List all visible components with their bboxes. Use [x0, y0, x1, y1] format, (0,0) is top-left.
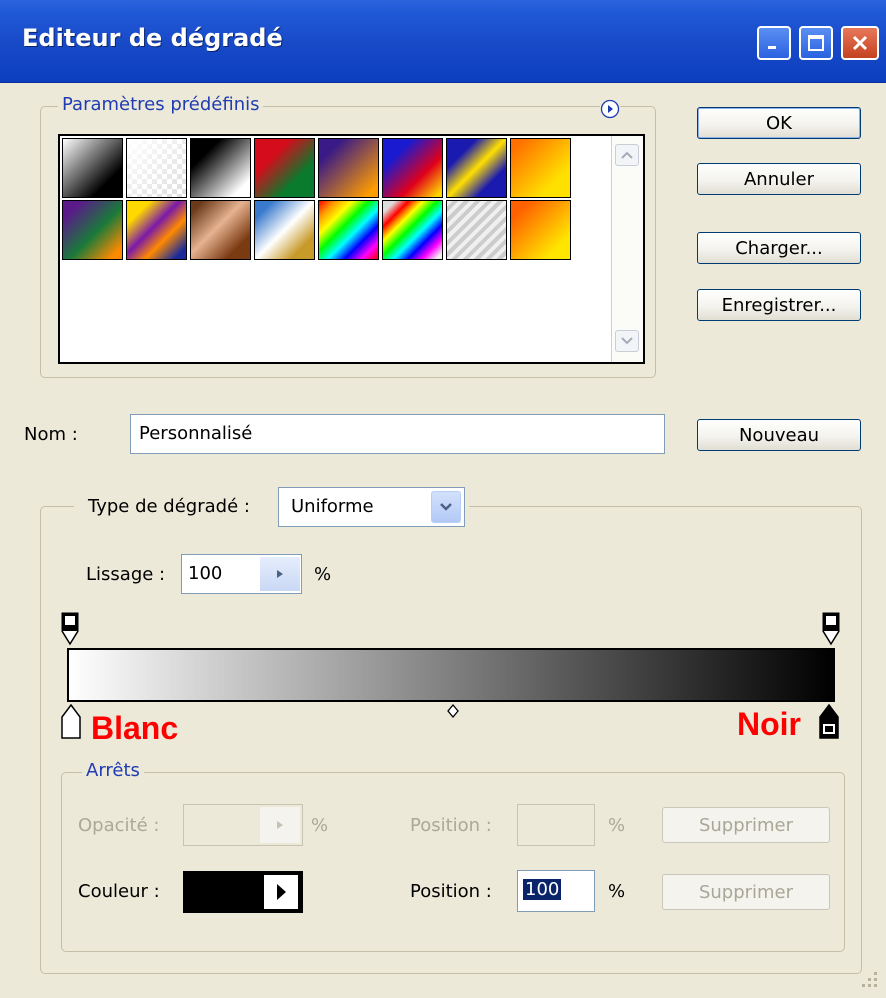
opacity-stop-icon: [61, 612, 79, 646]
preset-swatch[interactable]: [254, 200, 315, 260]
preset-swatch[interactable]: [510, 138, 571, 198]
opacity-delete-button[interactable]: Supprimer: [662, 807, 830, 843]
opacity-position-input[interactable]: [517, 804, 595, 846]
stops-legend: Arrêts: [82, 760, 144, 781]
close-button[interactable]: [841, 26, 879, 60]
gradient-type-dropdown-button[interactable]: [431, 491, 461, 523]
opacity-percent: %: [311, 815, 329, 836]
color-position-field[interactable]: 100: [517, 870, 595, 912]
gradient-type-select[interactable]: Uniforme: [278, 487, 465, 527]
window-title: Editeur de dégradé: [22, 24, 283, 52]
resize-grip[interactable]: [856, 968, 882, 998]
annotation-blanc: Blanc: [91, 710, 179, 746]
minimize-icon: [768, 46, 776, 49]
presets-legend: Paramètres prédéfinis: [58, 94, 264, 115]
color-stop-white[interactable]: [60, 703, 82, 744]
preset-swatch[interactable]: [254, 138, 315, 198]
maximize-icon: [808, 35, 824, 51]
opacity-position-percent: %: [608, 815, 626, 836]
color-position-label: Position :: [410, 881, 492, 902]
color-stop-black[interactable]: [818, 703, 840, 744]
preset-swatch[interactable]: [62, 138, 123, 198]
play-arrow-icon: [277, 570, 283, 578]
color-swatch[interactable]: [183, 871, 303, 913]
preset-swatch[interactable]: [510, 200, 571, 260]
preset-swatch[interactable]: [62, 200, 123, 260]
color-label: Couleur :: [78, 881, 160, 902]
smoothness-input[interactable]: 100: [188, 563, 222, 584]
gradient-type-value: Uniforme: [291, 496, 374, 517]
arrow-right-circle-icon: [600, 99, 620, 119]
smoothness-slider-button[interactable]: [260, 557, 300, 591]
smoothness-percent: %: [314, 564, 332, 585]
color-position-percent: %: [608, 881, 626, 902]
opacity-stop-icon: [822, 612, 840, 646]
ok-button[interactable]: OK: [697, 107, 861, 139]
preset-swatch[interactable]: [190, 138, 251, 198]
preset-swatch[interactable]: [190, 200, 251, 260]
gradient-type-label: Type de dégradé :: [88, 496, 250, 517]
chevron-down-icon: [440, 503, 452, 511]
resize-grip-icon: [862, 972, 877, 987]
close-icon: [852, 35, 868, 51]
preset-swatch[interactable]: [126, 200, 187, 260]
title-bar[interactable]: Editeur de dégradé: [0, 0, 886, 83]
new-button[interactable]: Nouveau: [697, 419, 861, 451]
preset-scrollbar[interactable]: [611, 136, 643, 362]
minimize-button[interactable]: [757, 26, 791, 60]
cancel-button[interactable]: Annuler: [697, 163, 861, 195]
presets-menu-button[interactable]: [600, 99, 620, 119]
preset-swatch[interactable]: [446, 138, 507, 198]
midpoint-diamond[interactable]: [445, 703, 461, 723]
preset-swatch[interactable]: [446, 200, 507, 260]
load-button[interactable]: Charger...: [697, 232, 861, 264]
opacity-label: Opacité :: [78, 815, 160, 836]
chevron-down-icon: [621, 337, 633, 345]
annotation-noir: Noir: [737, 706, 801, 742]
smoothness-field[interactable]: 100: [181, 554, 302, 594]
scroll-down-button[interactable]: [615, 330, 639, 352]
color-position-input[interactable]: 100: [523, 879, 562, 900]
maximize-button[interactable]: [799, 26, 833, 60]
smoothness-label: Lissage :: [86, 564, 166, 585]
opacity-slider-button[interactable]: [260, 807, 300, 843]
gradient-preview-bar[interactable]: [67, 648, 835, 702]
chevron-up-icon: [621, 151, 633, 159]
preset-swatch[interactable]: [318, 138, 379, 198]
opacity-field[interactable]: [183, 804, 303, 846]
stops-group: [61, 772, 845, 952]
opacity-position-label: Position :: [410, 815, 492, 836]
name-input[interactable]: Personnalisé: [130, 414, 665, 454]
preset-swatch[interactable]: [382, 138, 443, 198]
color-delete-button[interactable]: Supprimer: [662, 874, 830, 910]
preset-swatch[interactable]: [126, 138, 187, 198]
color-picker-button[interactable]: [264, 875, 298, 909]
opacity-stop-right[interactable]: [822, 612, 840, 650]
play-arrow-icon: [277, 821, 283, 829]
opacity-stop-left[interactable]: [61, 612, 79, 650]
preset-swatch-grid: [58, 134, 645, 364]
preset-swatch[interactable]: [318, 200, 379, 260]
preset-swatch[interactable]: [382, 200, 443, 260]
save-button[interactable]: Enregistrer...: [697, 289, 861, 321]
scroll-up-button[interactable]: [615, 144, 639, 166]
color-stop-selected-icon: [819, 703, 839, 739]
name-label: Nom :: [24, 424, 78, 445]
color-stop-icon: [61, 703, 81, 739]
diamond-icon: [447, 703, 459, 719]
play-arrow-icon: [277, 884, 286, 900]
